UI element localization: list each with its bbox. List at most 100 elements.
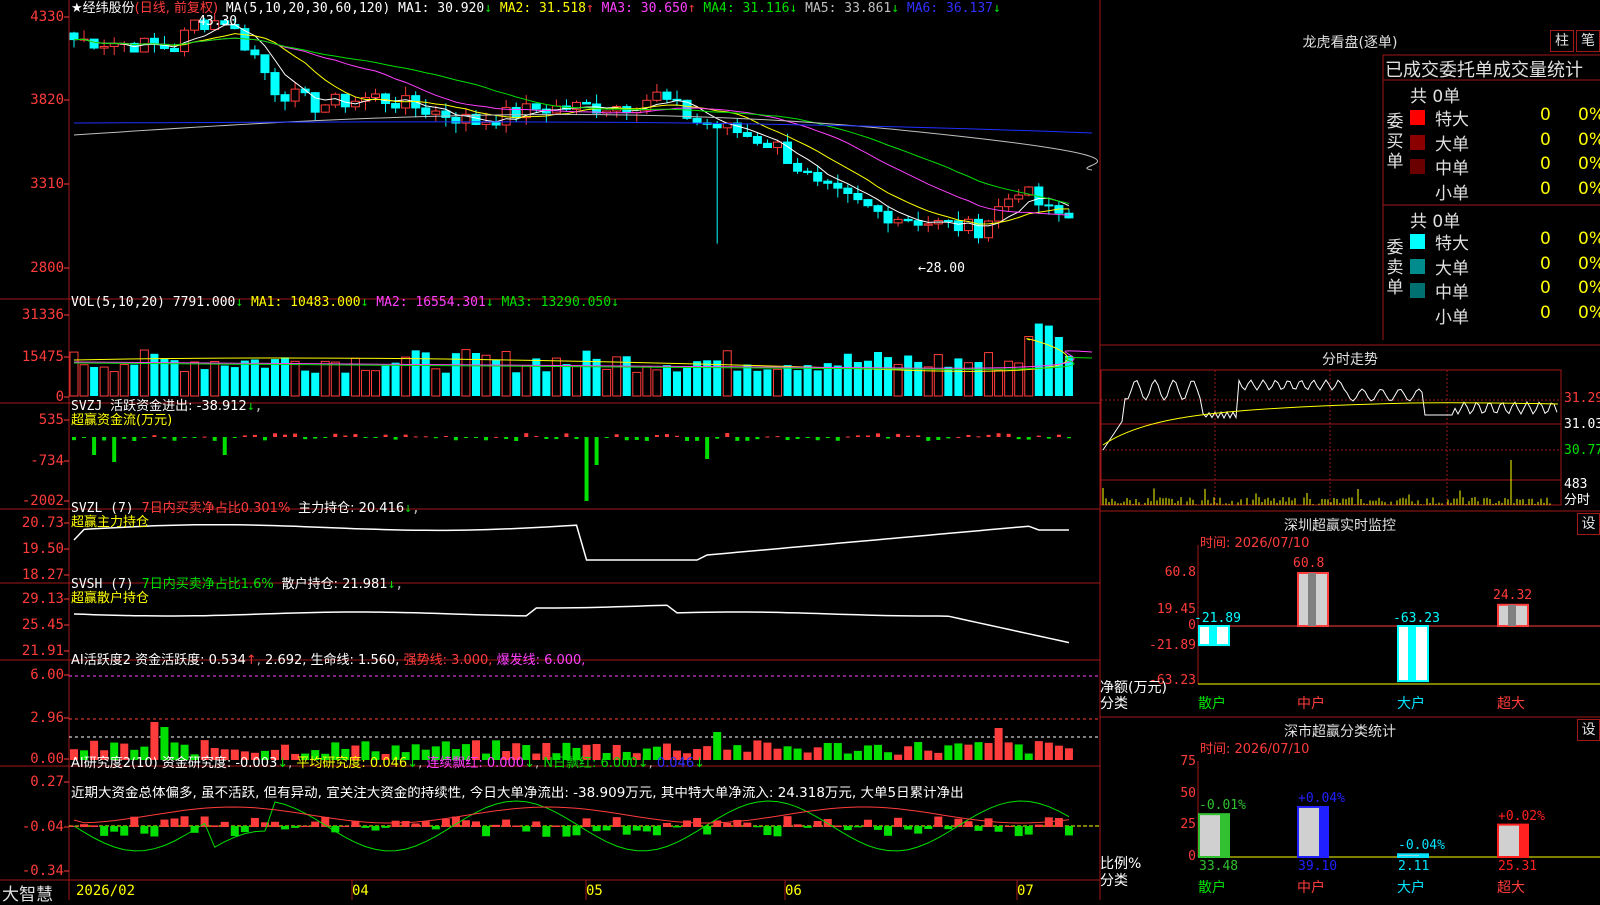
candle-body [290,88,300,102]
ai-active-c: 生命线: 1.560, [310,653,400,668]
classify-category[interactable]: 中户 [1297,881,1325,895]
candle-body [893,218,903,224]
volume-bar [341,372,350,396]
vol-ma3: MA3: 13290.050 [501,295,612,310]
classify-title: 深市超赢分类统计 [1284,724,1396,740]
stock-name[interactable]: 经纬股份 [83,1,135,16]
candle-body [883,210,893,224]
classify-change-label: -0.04% [1398,838,1445,854]
kline-ytick: 3310 [30,176,64,192]
monitor-category[interactable]: 散户 [1198,697,1226,711]
research-bar [472,821,480,827]
classify-ytick: 50 [1180,786,1196,801]
research-bar [421,821,430,827]
sell-side-label: 委卖单 [1386,238,1404,298]
research-bar [311,821,320,827]
monitor-category[interactable]: 大户 [1397,697,1425,711]
ai-active-ytick: 6.00 [30,667,64,683]
volume-bar [612,356,622,397]
monitor-settings-button[interactable]: 设 [1577,513,1600,535]
order-size-label: 特大 [1435,234,1469,254]
svsh-arrow: ↓ [387,577,396,592]
capital-flow-bar [685,437,690,441]
ai-research-d: N日飘红: 6.000 [543,756,638,771]
capital-flow-bar [262,437,267,441]
capital-flow-bar [825,437,830,438]
svsh-hold: 散户持仓: 21.981 [281,577,388,592]
ai-research-a-arrow: ↓ [277,756,289,771]
capital-flow-bar [313,437,318,439]
volume-bar [1034,323,1043,396]
monitor-ytick: 60.8 [1164,565,1196,580]
classify-change-label: +0.04% [1298,790,1345,806]
volume-bar [220,365,229,396]
activity-bar [1064,748,1073,760]
monitor-bar-label: 60.8 [1293,556,1325,571]
ai-active-b: 2.692, [265,653,307,668]
volume-bar [602,368,612,397]
activity-bar [713,732,722,760]
capital-flow-bar [795,437,800,439]
volume-bar [371,370,380,397]
research-bar [572,826,581,836]
svsh-ytick: 29.13 [21,591,64,607]
classify-settings-button[interactable]: 设 [1577,719,1600,741]
volume-bar [1014,362,1024,397]
capital-flow-bar [1066,437,1071,439]
favorite-star-icon[interactable]: ★ [71,1,83,16]
classify-category[interactable]: 超大 [1497,881,1525,895]
svzj-arrow: ↓ [246,399,255,414]
tick-view-button[interactable]: 笔 [1576,30,1600,52]
capital-flow-bar [122,437,127,439]
order-size-label: 中单 [1435,283,1469,303]
activity-bar [150,722,159,760]
research-bar [250,817,259,827]
classify-category[interactable]: 大户 [1397,881,1425,895]
research-bar [230,826,239,837]
research-bar [110,826,119,832]
volume-bar [150,353,159,396]
research-bar [180,816,189,827]
activity-bar [914,742,923,760]
svsh-sub: 超赢散户持仓 [71,591,150,606]
candle-body [662,91,672,100]
candle-body [531,103,541,110]
candle-body [1004,198,1014,208]
research-bar [642,826,651,832]
classify-category[interactable]: 散户 [1198,881,1226,895]
activity-bar [1044,742,1053,760]
monitor-category[interactable]: 中户 [1297,697,1325,711]
volume-bar [512,372,521,396]
candle-body [813,172,823,182]
svsh-header: SVSH (7) 7日内买卖净占比1.6% 散户持仓: 21.981↓, [71,577,404,592]
order-color-swatch [1410,258,1425,274]
capital-flow-bar [463,437,468,438]
research-bar [994,826,1003,832]
classify-value-label: 33.48 [1199,859,1239,874]
candle-body [974,218,983,239]
monitor-category[interactable]: 超大 [1497,697,1525,711]
capital-flow-bar [132,437,137,441]
research-bar [482,826,491,837]
capital-flow-bar [996,433,1001,437]
monitor-bar-shade [1508,604,1516,626]
capital-flow-bar [896,433,901,437]
ai-research-ytick: -0.04 [21,819,64,835]
vol-ytick: 0 [55,389,64,405]
svzj-label: SVZJ [71,399,103,414]
research-bar [301,825,310,827]
activity-bar [723,749,732,760]
order-count: 0 [1540,105,1551,125]
capital-flow-bar [986,434,991,437]
capital-flow-bar [273,433,277,437]
svsh-ratio: 7日内买卖净占比1.6% [141,577,274,592]
research-bar [974,826,983,831]
capital-flow-bar [1006,433,1011,437]
bar-view-button[interactable]: 柱 [1550,30,1574,52]
activity-bar [753,740,762,760]
activity-bar [1004,742,1013,760]
activity-bar [1034,741,1043,760]
research-bar [1064,826,1073,836]
research-bar [944,826,953,830]
activity-bar [813,747,822,760]
